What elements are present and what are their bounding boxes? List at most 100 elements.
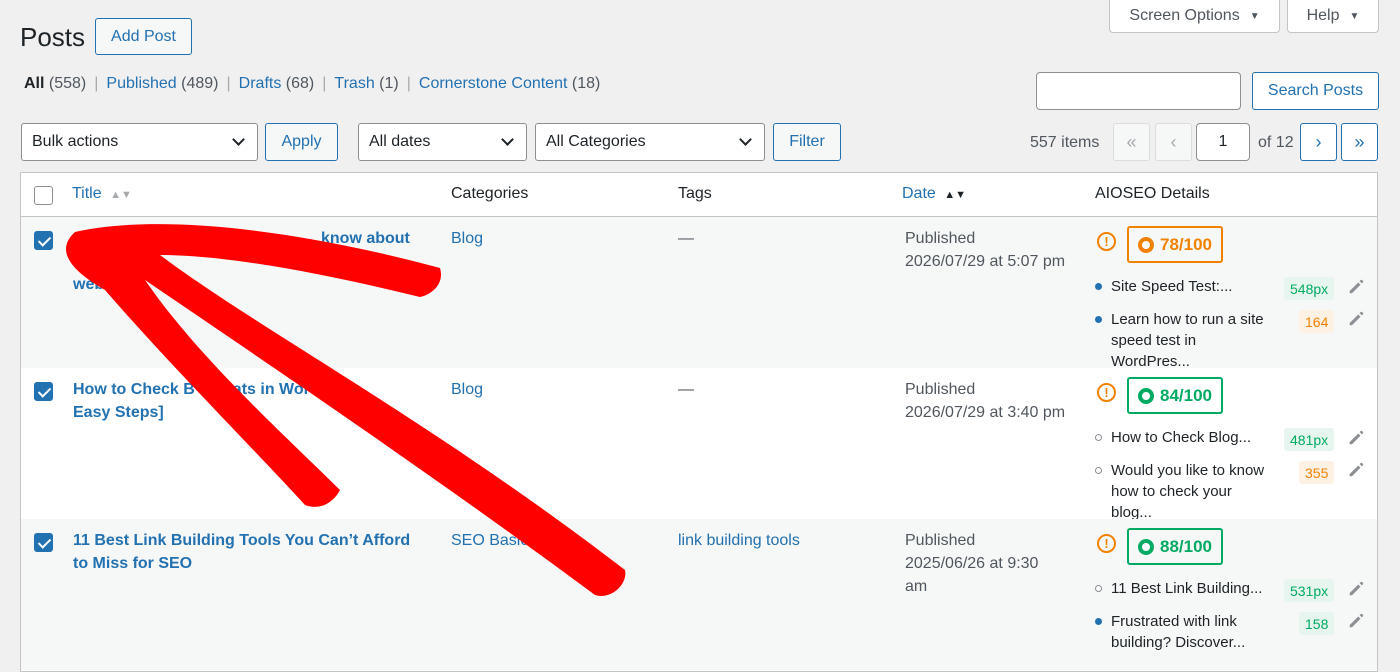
chevron-down-icon [501, 133, 514, 146]
apply-button[interactable]: Apply [265, 123, 338, 161]
seo-score-badge[interactable]: 78/100 [1127, 226, 1223, 263]
post-status: Published [905, 381, 976, 398]
view-cornerstone[interactable]: Cornerstone Content [419, 75, 568, 93]
tags-value: — [678, 230, 694, 247]
column-tags: Tags [678, 185, 712, 202]
bulk-actions-value: Bulk actions [32, 133, 119, 150]
tag-link[interactable]: link building tools [678, 529, 800, 552]
view-all[interactable]: All [24, 75, 44, 93]
warning-icon[interactable]: ! [1097, 232, 1116, 251]
screen-options-label: Screen Options [1129, 7, 1240, 24]
description-length-badge: 158 [1299, 612, 1335, 635]
status-dot [1095, 618, 1102, 625]
filter-button[interactable]: Filter [773, 123, 841, 161]
category-link[interactable]: SEO Basics [451, 529, 536, 552]
edit-pencil-icon[interactable] [1347, 580, 1365, 598]
sort-desc-icon: ▲▼ [944, 189, 967, 201]
separator: | [226, 75, 231, 92]
warning-icon[interactable]: ! [1097, 383, 1116, 402]
column-title[interactable]: Title ▲▼ [72, 185, 132, 203]
status-dot [1095, 585, 1102, 592]
edit-pencil-icon[interactable] [1347, 612, 1365, 630]
title-width-badge: 481px [1284, 428, 1335, 451]
post-date: Published 2026/07/29 at 5:07 pm [905, 227, 1085, 273]
first-page-button[interactable]: « [1113, 123, 1150, 161]
post-title-link[interactable]: 11 Best Link Building Tools You Can’t Af… [73, 529, 433, 575]
sort-icon: ▲▼ [110, 189, 132, 201]
post-date-value: 2025/06/26 at 9:30 am [905, 555, 1039, 595]
post-date-value: 2026/07/29 at 5:07 pm [905, 253, 1066, 270]
view-trash[interactable]: Trash [334, 75, 374, 93]
search-posts-button[interactable]: Search Posts [1252, 72, 1379, 110]
total-pages: of 12 [1258, 134, 1294, 151]
items-count: 557 items [1030, 134, 1100, 151]
seo-description-text: Would you like to know how to check your… [1111, 462, 1265, 521]
post-title-link[interactable]: How to Check B ats in WordP Easy Steps] [73, 378, 433, 424]
title-width-badge: 548px [1284, 277, 1335, 300]
post-title-fragment: ats in WordP [232, 381, 331, 398]
status-dot [1095, 283, 1102, 290]
chevron-down-icon [739, 133, 752, 146]
column-title-label: Title [72, 185, 102, 202]
row-checkbox[interactable] [34, 231, 53, 250]
post-title-line: Easy Steps] [73, 404, 164, 421]
view-drafts-count: (68) [285, 75, 315, 92]
edit-pencil-icon[interactable] [1347, 310, 1365, 328]
row-checkbox[interactable] [34, 533, 53, 552]
category-link[interactable]: Blog [451, 227, 483, 250]
last-page-button[interactable]: » [1341, 123, 1378, 161]
seo-score-badge[interactable]: 84/100 [1127, 377, 1223, 414]
search-input[interactable] [1036, 72, 1241, 110]
edit-pencil-icon[interactable] [1347, 461, 1365, 479]
view-all-count: (558) [48, 75, 87, 92]
seo-description-preview: Frustrated with link building? Discover.… [1095, 611, 1275, 653]
description-length-badge: 355 [1299, 461, 1335, 484]
view-published-count: (489) [181, 75, 219, 92]
edit-pencil-icon[interactable] [1347, 278, 1365, 296]
next-page-button[interactable]: › [1300, 123, 1337, 161]
page-title: Posts [20, 22, 86, 52]
view-drafts[interactable]: Drafts [239, 75, 282, 93]
seo-title-text: How to Check Blog... [1111, 429, 1252, 446]
post-title-line: know about [321, 230, 410, 247]
seo-score: 88/100 [1160, 536, 1212, 556]
add-post-button[interactable]: Add Post [95, 18, 192, 55]
separator: | [406, 75, 411, 92]
seo-description-preview: Learn how to run a site speed test in Wo… [1095, 309, 1275, 372]
seo-description-text: Learn how to run a site speed test in Wo… [1111, 311, 1264, 370]
help-tab[interactable]: Help ▼ [1287, 0, 1379, 33]
tags-value: — [678, 381, 694, 398]
post-title-fragment: How to Check B [73, 381, 195, 398]
view-trash-count: (1) [379, 75, 399, 92]
dates-select[interactable]: All dates [358, 123, 527, 161]
row-checkbox[interactable] [34, 382, 53, 401]
select-all-checkbox[interactable] [34, 186, 53, 205]
current-page-input[interactable]: 1 [1196, 123, 1250, 161]
categories-value: All Categories [546, 133, 646, 150]
post-status-views: All (558) | Published (489) | Drafts (68… [24, 75, 600, 93]
edit-pencil-icon[interactable] [1347, 429, 1365, 447]
post-date: Published 2026/07/29 at 3:40 pm [905, 378, 1085, 424]
category-link[interactable]: Blog [451, 378, 483, 401]
view-published[interactable]: Published [106, 75, 176, 93]
seo-title-preview: How to Check Blog... [1095, 427, 1275, 448]
status-dot [1095, 316, 1102, 323]
warning-icon[interactable]: ! [1097, 534, 1116, 553]
table-row: know about te web Blog — Published 2026/… [21, 217, 1377, 370]
bulk-actions-select[interactable]: Bulk actions [21, 123, 258, 161]
caret-down-icon: ▼ [1349, 10, 1360, 22]
column-date[interactable]: Date ▲▼ [902, 185, 966, 203]
column-date-label: Date [902, 185, 936, 202]
table-row: 11 Best Link Building Tools You Can’t Af… [21, 519, 1377, 670]
post-date: Published 2025/06/26 at 9:30 am [905, 529, 1065, 598]
prev-page-button[interactable]: ‹ [1155, 123, 1192, 161]
seo-score-badge[interactable]: 88/100 [1127, 528, 1223, 565]
posts-table: Title ▲▼ Categories Tags Date ▲▼ AIOSEO … [20, 172, 1378, 672]
post-status: Published [905, 230, 976, 247]
post-title-link[interactable]: know about te web [73, 227, 433, 296]
column-aioseo-details: AIOSEO Details [1095, 185, 1210, 202]
seo-title-preview: 11 Best Link Building... [1095, 578, 1275, 599]
screen-options-tab[interactable]: Screen Options ▼ [1109, 0, 1280, 33]
categories-select[interactable]: All Categories [535, 123, 765, 161]
separator: | [322, 75, 327, 92]
